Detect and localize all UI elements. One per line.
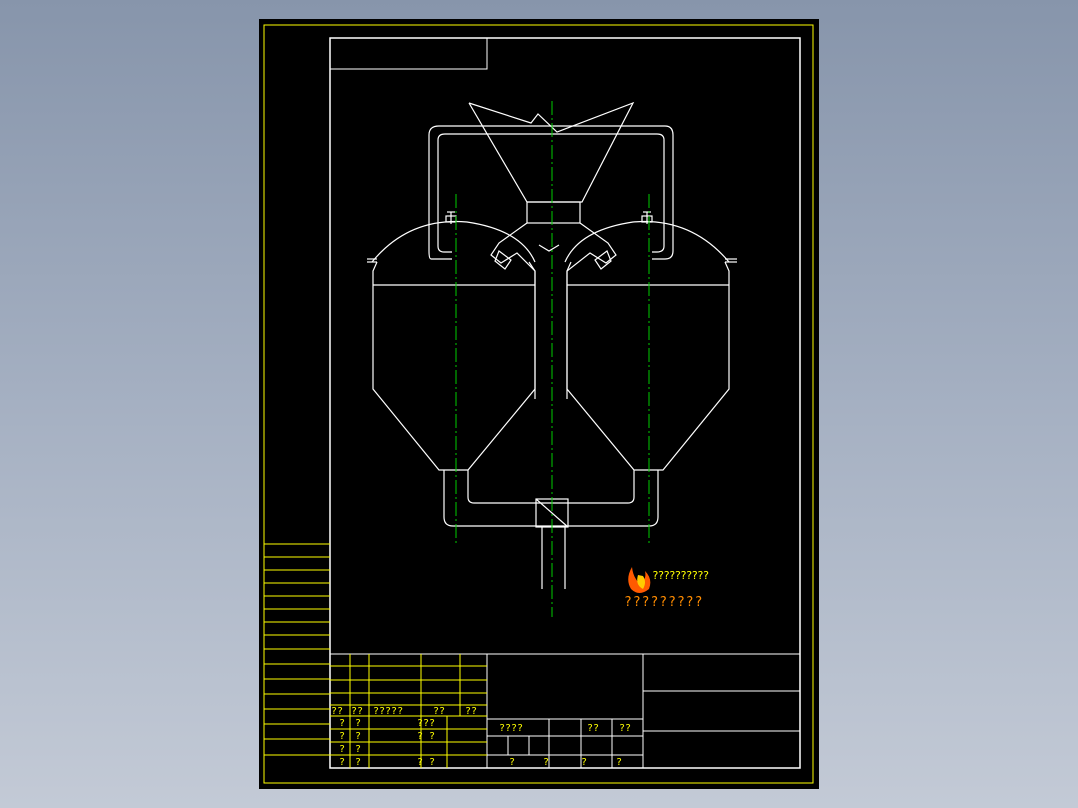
- table-header: ??: [351, 706, 364, 717]
- left-tank-body: [372, 261, 536, 471]
- table-header: ??: [465, 706, 478, 717]
- table-cell: ?: [355, 731, 362, 742]
- top-title-box: [329, 37, 488, 70]
- table-cell: ? ?: [417, 757, 436, 768]
- table-cell: ?: [339, 744, 346, 755]
- outlet-pipe-outer: [443, 470, 659, 527]
- hopper-neck: [526, 201, 581, 224]
- watermark-line1: ??????????: [652, 569, 709, 582]
- table-header: ??: [433, 706, 446, 717]
- chute-right: [566, 222, 617, 399]
- watermark-line2: ?????????: [624, 595, 704, 610]
- table-cell: ?: [355, 718, 362, 729]
- scale-cell: ??: [587, 723, 600, 734]
- table-cell: ???: [417, 718, 436, 729]
- table-cell: ?: [355, 757, 362, 768]
- chute-left: [490, 222, 536, 399]
- table-cell: ?: [339, 731, 346, 742]
- bottom-cell: ?: [581, 757, 588, 768]
- drawing-canvas: [263, 24, 814, 784]
- left-tank-dome: [371, 220, 536, 263]
- drawing-sheet: ?????????? ????????? ?? ?? ????? ?? ?? ?…: [259, 19, 819, 789]
- support-frame-outer: [428, 125, 674, 260]
- scale-label: ????: [499, 723, 524, 734]
- right-stud: [641, 211, 653, 224]
- bottom-cell: ?: [543, 757, 550, 768]
- watermark-logo: [628, 567, 651, 593]
- right-valve: [594, 250, 612, 270]
- bottom-cell: ?: [616, 757, 623, 768]
- outer-border: [263, 24, 814, 784]
- outlet-pipe-inner: [467, 470, 635, 504]
- scale-cell: ??: [619, 723, 632, 734]
- table-cell: ?: [355, 744, 362, 755]
- right-tank-dome: [564, 220, 730, 263]
- support-frame-inner: [437, 133, 665, 253]
- left-stud: [445, 211, 457, 224]
- bottom-cell: ?: [509, 757, 516, 768]
- left-margin-table: [264, 543, 330, 756]
- table-header: ??: [331, 706, 344, 717]
- table-cell: ? ?: [417, 731, 436, 742]
- right-tank-body: [566, 261, 730, 471]
- centerlines: [455, 101, 650, 617]
- table-header: ?????: [373, 706, 404, 717]
- inner-frame: [329, 37, 801, 769]
- feed-hopper: [468, 101, 635, 203]
- table-cell: ?: [339, 757, 346, 768]
- table-cell: ?: [339, 718, 346, 729]
